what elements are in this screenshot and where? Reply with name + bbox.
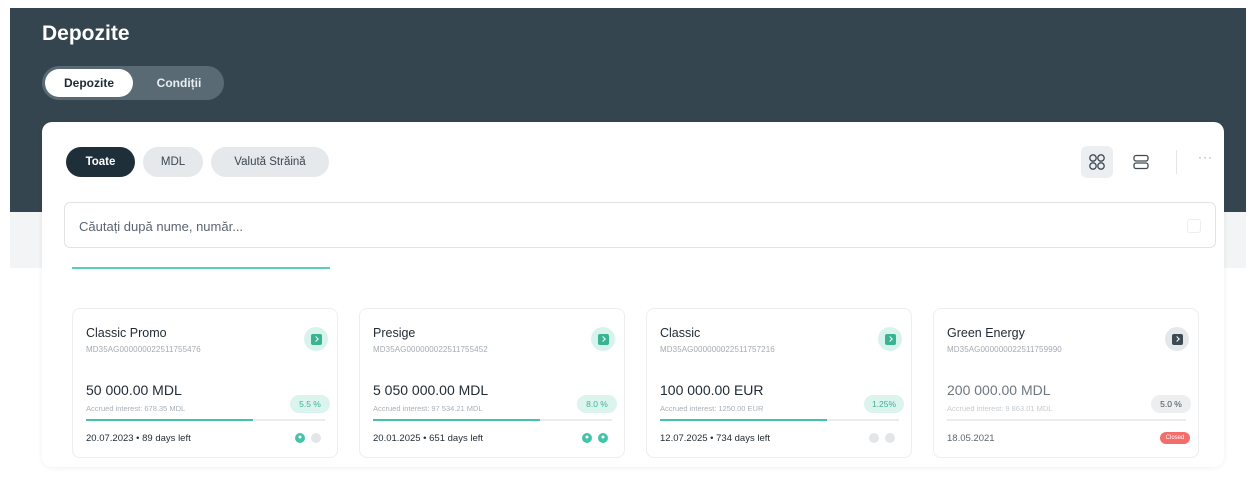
deposit-card[interactable]: Classic Promo MD35AG000000022511755476 5…: [72, 308, 338, 458]
list-view-icon: [1133, 154, 1149, 170]
maturity-date: 20.01.2025 • 651 days left: [373, 433, 484, 444]
more-icon[interactable]: ···: [1198, 150, 1213, 164]
interest-rate-badge: 8.0 %: [577, 395, 617, 413]
term-progress-bar: [373, 419, 612, 421]
grid-view-icon: [1089, 154, 1105, 170]
search-field[interactable]: [64, 202, 1216, 248]
status-on-icon: ●: [598, 433, 608, 443]
interest-rate-badge: 5.0 %: [1151, 395, 1191, 413]
filter-all[interactable]: Toate: [66, 147, 135, 177]
deposit-iban: MD35AG000000022511759990: [947, 345, 1062, 354]
closed-status-badge: Closed: [1160, 432, 1190, 444]
deposit-iban: MD35AG000000022511755476: [86, 345, 201, 354]
accrued-interest: Accrued interest: 9 863.01 MDL: [947, 404, 1053, 413]
auto-renew-off-icon: [869, 433, 879, 443]
search-input[interactable]: [79, 216, 1159, 236]
deposit-icon[interactable]: [304, 327, 328, 351]
deposit-amount: 5 050 000.00 MDL: [373, 382, 489, 398]
auto-renew-on-icon: ●: [582, 433, 592, 443]
interest-rate-badge: 1.25%: [864, 395, 904, 413]
maturity-date: 12.07.2025 • 734 days left: [660, 433, 771, 444]
accrued-interest: Accrued interest: 1250.00 EUR: [660, 404, 764, 413]
status-off-icon: [885, 433, 895, 443]
deposit-name: Classic Promo: [86, 326, 167, 340]
toolbar-divider: [1176, 150, 1177, 174]
tab-conditii[interactable]: Condiții: [138, 69, 220, 97]
term-progress-bar: [660, 419, 899, 421]
auto-renew-on-icon: ●: [295, 433, 305, 443]
list-view-button[interactable]: [1125, 146, 1157, 178]
deposit-iban: MD35AG000000022511757216: [660, 345, 775, 354]
deposit-card[interactable]: Green Energy MD35AG000000022511759990 20…: [933, 308, 1199, 458]
grid-view-button[interactable]: [1081, 146, 1113, 178]
deposit-amount: 200 000.00 MDL: [947, 382, 1051, 398]
deposit-name: Green Energy: [947, 326, 1025, 340]
deposit-card[interactable]: Presige MD35AG000000022511755452 5 050 0…: [359, 308, 625, 458]
deposit-card[interactable]: Classic MD35AG000000022511757216 100 000…: [646, 308, 912, 458]
term-progress-bar: [947, 419, 1186, 421]
section-switcher: Depozite Condiții: [42, 66, 224, 100]
deposit-amount: 50 000.00 MDL: [86, 382, 182, 398]
maturity-date: 20.07.2023 • 89 days left: [86, 433, 191, 444]
filter-foreign-currency[interactable]: Valută Străină: [211, 147, 329, 177]
status-off-icon: [311, 433, 321, 443]
term-progress-bar: [86, 419, 325, 421]
filter-active-indicator: [72, 267, 330, 269]
maturity-date: 18.05.2021: [947, 433, 995, 444]
deposit-icon[interactable]: [1165, 327, 1189, 351]
page-title: Depozite: [42, 22, 130, 45]
deposit-amount: 100 000.00 EUR: [660, 382, 764, 398]
deposit-icon[interactable]: [591, 327, 615, 351]
deposit-name: Presige: [373, 326, 416, 340]
deposit-iban: MD35AG000000022511755452: [373, 345, 488, 354]
accrued-interest: Accrued interest: 678.35 MDL: [86, 404, 186, 413]
deposit-icon[interactable]: [878, 327, 902, 351]
interest-rate-badge: 5.5 %: [290, 395, 330, 413]
search-clear-icon[interactable]: [1187, 219, 1201, 233]
tab-depozite[interactable]: Depozite: [45, 69, 133, 97]
deposit-name: Classic: [660, 326, 701, 340]
accrued-interest: Accrued interest: 97 534.21 MDL: [373, 404, 483, 413]
filter-mdl[interactable]: MDL: [143, 147, 203, 177]
